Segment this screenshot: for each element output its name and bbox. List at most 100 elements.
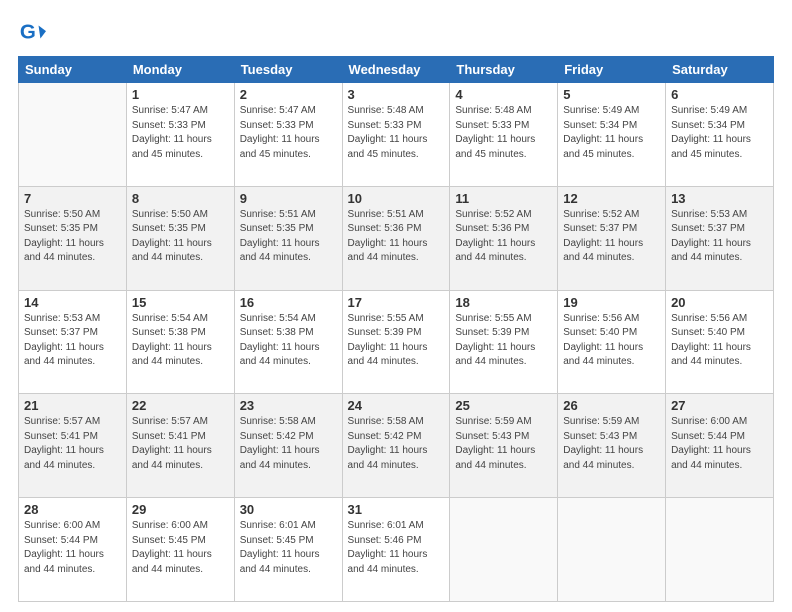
day-number: 9 [240,191,337,206]
calendar-cell: 4 Sunrise: 5:48 AM Sunset: 5:33 PM Daylig… [450,83,558,187]
calendar-cell: 30 Sunrise: 6:01 AM Sunset: 5:45 PM Dayli… [234,498,342,602]
calendar-cell: 24 Sunrise: 5:58 AM Sunset: 5:42 PM Dayli… [342,394,450,498]
day-number: 29 [132,502,229,517]
day-number: 19 [563,295,660,310]
day-info: Sunrise: 5:59 AM Sunset: 5:43 PM Dayligh… [563,415,660,473]
calendar-cell: 14Sunrise: 5:53 AM Sunset: 5:37 PM Dayli… [19,290,127,394]
day-number: 21 [24,398,121,413]
day-info: Sunrise: 6:00 AM Sunset: 5:44 PM Dayligh… [671,415,768,473]
day-info: Sunrise: 5:48 AM Sunset: 5:33 PM Dayligh… [348,104,445,162]
day-number: 2 [240,87,337,102]
day-info: Sunrise: 5:58 AM Sunset: 5:42 PM Dayligh… [240,415,337,473]
calendar-cell: 13 Sunrise: 5:53 AM Sunset: 5:37 PM Dayli… [666,186,774,290]
day-info: Sunrise: 5:47 AM Sunset: 5:33 PM Dayligh… [240,104,337,162]
calendar-cell: 28Sunrise: 6:00 AM Sunset: 5:44 PM Dayli… [19,498,127,602]
day-info: Sunrise: 5:52 AM Sunset: 5:36 PM Dayligh… [455,208,552,266]
day-number: 26 [563,398,660,413]
calendar-cell: 25Sunrise: 5:59 AM Sunset: 5:43 PM Dayli… [450,394,558,498]
calendar-cell: 7 Sunrise: 5:50 AM Sunset: 5:35 PM Daylig… [19,186,127,290]
day-number: 23 [240,398,337,413]
day-number: 30 [240,502,337,517]
calendar-week-row: 21 Sunrise: 5:57 AM Sunset: 5:41 PM Dayli… [19,394,774,498]
calendar-cell [19,83,127,187]
day-info: Sunrise: 5:54 AM Sunset: 5:38 PM Dayligh… [240,312,337,370]
calendar-header-thursday: Thursday [450,57,558,83]
day-number: 10 [348,191,445,206]
calendar-header-wednesday: Wednesday [342,57,450,83]
day-number: 15 [132,295,229,310]
day-number: 18 [455,295,552,310]
day-number: 1 [132,87,229,102]
day-info: Sunrise: 5:53 AM Sunset: 5:37 PM Dayligh… [671,208,768,266]
day-info: Sunrise: 6:00 AM Sunset: 5:44 PM Dayligh… [24,519,121,577]
calendar-header-friday: Friday [558,57,666,83]
day-number: 12 [563,191,660,206]
calendar-cell: 15 Sunrise: 5:54 AM Sunset: 5:38 PM Dayli… [126,290,234,394]
day-info: Sunrise: 5:57 AM Sunset: 5:41 PM Dayligh… [132,415,229,473]
calendar-cell: 21 Sunrise: 5:57 AM Sunset: 5:41 PM Dayli… [19,394,127,498]
calendar-week-row: 28Sunrise: 6:00 AM Sunset: 5:44 PM Dayli… [19,498,774,602]
calendar-cell: 1 Sunrise: 5:47 AM Sunset: 5:33 PM Daylig… [126,83,234,187]
calendar-cell: 18 Sunrise: 5:55 AM Sunset: 5:39 PM Dayli… [450,290,558,394]
calendar-week-row: 14Sunrise: 5:53 AM Sunset: 5:37 PM Dayli… [19,290,774,394]
calendar-cell: 31Sunrise: 6:01 AM Sunset: 5:46 PM Dayli… [342,498,450,602]
day-info: Sunrise: 5:58 AM Sunset: 5:42 PM Dayligh… [348,415,445,473]
day-info: Sunrise: 5:57 AM Sunset: 5:41 PM Dayligh… [24,415,121,473]
day-info: Sunrise: 5:51 AM Sunset: 5:35 PM Dayligh… [240,208,337,266]
day-info: Sunrise: 5:52 AM Sunset: 5:37 PM Dayligh… [563,208,660,266]
calendar-week-row: 1 Sunrise: 5:47 AM Sunset: 5:33 PM Daylig… [19,83,774,187]
day-info: Sunrise: 5:55 AM Sunset: 5:39 PM Dayligh… [348,312,445,370]
day-number: 24 [348,398,445,413]
day-number: 27 [671,398,768,413]
day-number: 3 [348,87,445,102]
calendar-header-tuesday: Tuesday [234,57,342,83]
day-number: 5 [563,87,660,102]
calendar-cell: 22 Sunrise: 5:57 AM Sunset: 5:41 PM Dayli… [126,394,234,498]
logo-icon: G [18,18,46,46]
day-number: 16 [240,295,337,310]
day-info: Sunrise: 5:53 AM Sunset: 5:37 PM Dayligh… [24,312,121,370]
day-info: Sunrise: 5:54 AM Sunset: 5:38 PM Dayligh… [132,312,229,370]
calendar-cell: 26 Sunrise: 5:59 AM Sunset: 5:43 PM Dayli… [558,394,666,498]
day-number: 25 [455,398,552,413]
logo: G [18,18,50,46]
day-info: Sunrise: 5:49 AM Sunset: 5:34 PM Dayligh… [671,104,768,162]
calendar-cell: 5Sunrise: 5:49 AM Sunset: 5:34 PM Daylig… [558,83,666,187]
day-number: 6 [671,87,768,102]
day-info: Sunrise: 5:47 AM Sunset: 5:33 PM Dayligh… [132,104,229,162]
calendar-cell: 12 Sunrise: 5:52 AM Sunset: 5:37 PM Dayli… [558,186,666,290]
day-number: 17 [348,295,445,310]
day-info: Sunrise: 5:56 AM Sunset: 5:40 PM Dayligh… [671,312,768,370]
day-info: Sunrise: 6:01 AM Sunset: 5:45 PM Dayligh… [240,519,337,577]
day-number: 7 [24,191,121,206]
day-number: 11 [455,191,552,206]
calendar-cell: 17 Sunrise: 5:55 AM Sunset: 5:39 PM Dayli… [342,290,450,394]
header: G [18,18,774,46]
calendar-cell: 10Sunrise: 5:51 AM Sunset: 5:36 PM Dayli… [342,186,450,290]
day-number: 22 [132,398,229,413]
calendar-cell: 16 Sunrise: 5:54 AM Sunset: 5:38 PM Dayli… [234,290,342,394]
calendar-cell: 3 Sunrise: 5:48 AM Sunset: 5:33 PM Daylig… [342,83,450,187]
calendar-cell [450,498,558,602]
day-info: Sunrise: 6:00 AM Sunset: 5:45 PM Dayligh… [132,519,229,577]
day-info: Sunrise: 5:50 AM Sunset: 5:35 PM Dayligh… [24,208,121,266]
day-info: Sunrise: 5:55 AM Sunset: 5:39 PM Dayligh… [455,312,552,370]
day-info: Sunrise: 5:48 AM Sunset: 5:33 PM Dayligh… [455,104,552,162]
calendar-header-monday: Monday [126,57,234,83]
calendar-cell: 9 Sunrise: 5:51 AM Sunset: 5:35 PM Daylig… [234,186,342,290]
day-number: 20 [671,295,768,310]
calendar-cell: 29 Sunrise: 6:00 AM Sunset: 5:45 PM Dayli… [126,498,234,602]
calendar-cell: 20 Sunrise: 5:56 AM Sunset: 5:40 PM Dayli… [666,290,774,394]
calendar-header-sunday: Sunday [19,57,127,83]
day-info: Sunrise: 5:56 AM Sunset: 5:40 PM Dayligh… [563,312,660,370]
day-info: Sunrise: 5:50 AM Sunset: 5:35 PM Dayligh… [132,208,229,266]
day-number: 4 [455,87,552,102]
day-number: 31 [348,502,445,517]
calendar-cell: 8Sunrise: 5:50 AM Sunset: 5:35 PM Daylig… [126,186,234,290]
svg-text:G: G [20,21,36,44]
calendar-cell [666,498,774,602]
page: G SundayMondayTuesdayWednesdayThursdayFr… [0,0,792,612]
calendar-header-saturday: Saturday [666,57,774,83]
calendar-cell: 11 Sunrise: 5:52 AM Sunset: 5:36 PM Dayli… [450,186,558,290]
day-number: 13 [671,191,768,206]
